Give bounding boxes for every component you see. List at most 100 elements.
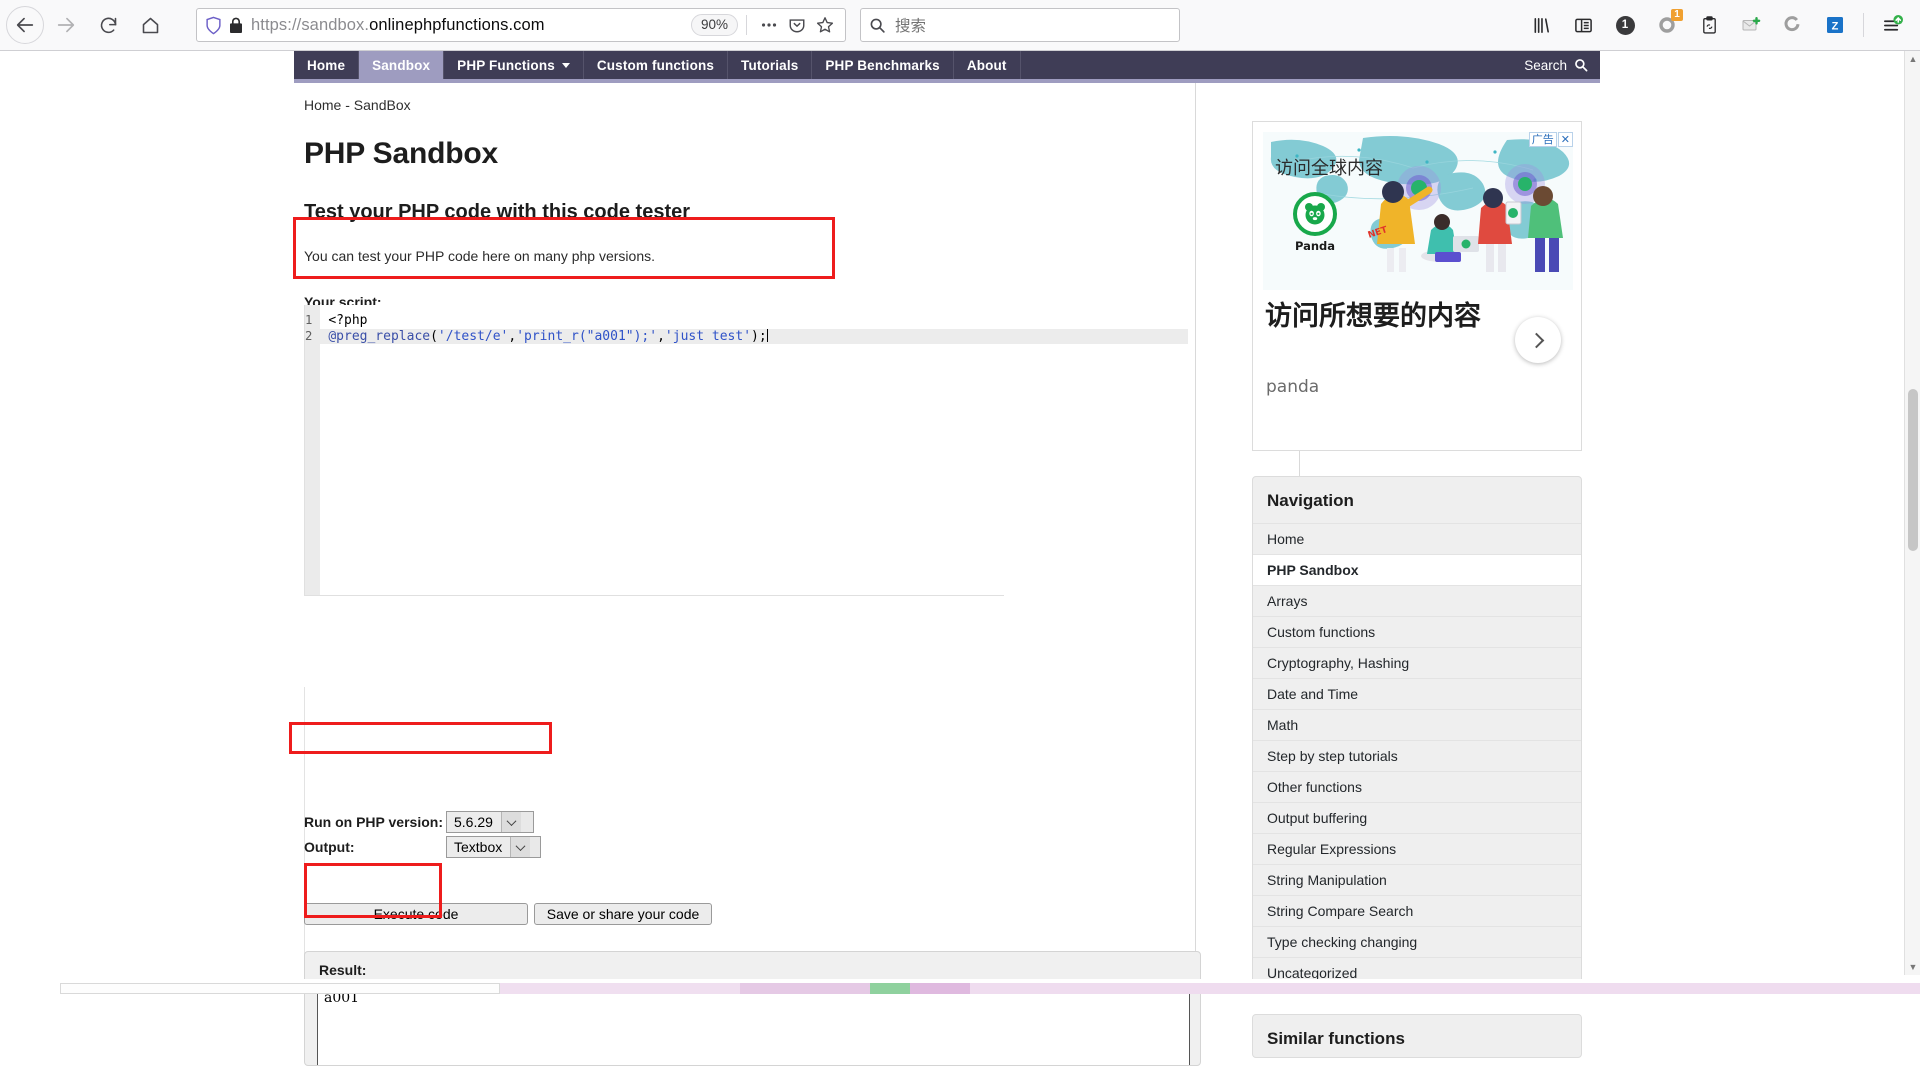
sidebar-item-output-buffering[interactable]: Output buffering — [1253, 802, 1581, 833]
taskbar-segment — [60, 983, 500, 994]
navigation-buttons — [0, 5, 170, 45]
panda-glyph — [1302, 201, 1328, 227]
sidebar-item-arrays[interactable]: Arrays — [1253, 585, 1581, 616]
nav-spacer — [1021, 51, 1525, 79]
right-sidebar: NET 广告 ✕ 访问全球内容 — [1252, 121, 1582, 1058]
sidebar-item-other-functions[interactable]: Other functions — [1253, 771, 1581, 802]
forward-arrow-icon — [46, 5, 86, 45]
scroll-down-arrow[interactable]: ▼ — [1905, 959, 1920, 975]
similar-functions-panel: Similar functions — [1252, 1014, 1582, 1058]
code-editor[interactable]: 1 2 <?php @preg_replace('/test/e','print… — [304, 305, 1004, 595]
notification-badge: 1 — [1671, 9, 1683, 21]
nav-item-home[interactable]: Home — [294, 51, 359, 79]
editor-bottom-border — [304, 595, 1004, 596]
sidebar-item-date-and-time[interactable]: Date and Time — [1253, 678, 1581, 709]
chevron-down-icon[interactable] — [501, 812, 521, 832]
navigation-panel: Navigation Home PHP Sandbox Arrays Custo… — [1252, 476, 1582, 989]
sidebar-item-string-manipulation[interactable]: String Manipulation — [1253, 864, 1581, 895]
hamburger-update-icon[interactable] — [1872, 5, 1912, 45]
add-mail-icon[interactable] — [1731, 5, 1771, 45]
chevron-right-icon[interactable] — [1515, 317, 1561, 363]
sidebar-icon[interactable] — [1563, 5, 1603, 45]
execution-controls: Run on PHP version: 5.6.29 Output: Textb… — [304, 811, 541, 861]
ad-label-group[interactable]: 广告 ✕ — [1529, 132, 1573, 147]
output-row: Output: Textbox — [304, 836, 541, 858]
library-icon[interactable] — [1521, 5, 1561, 45]
site-navigation-bar: Home Sandbox PHP Functions Custom functi… — [294, 51, 1600, 79]
nav-item-custom-functions[interactable]: Custom functions — [584, 51, 728, 79]
nav-item-sandbox[interactable]: Sandbox — [359, 51, 444, 79]
output-select[interactable]: Textbox — [446, 836, 541, 858]
opera-ring-icon[interactable] — [1773, 5, 1813, 45]
taskbar-segment — [0, 983, 60, 994]
nav-item-php-benchmarks[interactable]: PHP Benchmarks — [812, 51, 953, 79]
navigation-panel-title: Navigation — [1253, 477, 1581, 523]
ad-headline: 访问所想要的内容 — [1265, 300, 1515, 334]
nav-label: PHP Benchmarks — [825, 58, 939, 73]
scroll-up-arrow[interactable]: ▲ — [1905, 51, 1920, 67]
page-body: Home - SandBox PHP Sandbox Test your PHP… — [0, 83, 1920, 979]
url-bar[interactable]: https://sandbox.onlinephpfunctions.com 9… — [196, 8, 846, 42]
browser-search-bar[interactable]: 搜索 — [860, 8, 1180, 42]
nav-item-php-functions[interactable]: PHP Functions — [444, 51, 584, 79]
advertisement-card[interactable]: NET 广告 ✕ 访问全球内容 — [1252, 121, 1582, 451]
ad-slogan: 访问全球内容 — [1275, 154, 1383, 180]
extension-ring-icon[interactable]: 1 — [1647, 5, 1687, 45]
result-label: Result: — [319, 962, 366, 978]
account-badge-icon[interactable]: 1 — [1605, 5, 1645, 45]
editor-z-icon[interactable]: Z — [1815, 5, 1855, 45]
sidebar-item-type-checking-changing[interactable]: Type checking changing — [1253, 926, 1581, 957]
shield-icon[interactable] — [205, 16, 222, 35]
nav-item-about[interactable]: About — [954, 51, 1021, 79]
url-text[interactable]: https://sandbox.onlinephpfunctions.com — [251, 16, 691, 35]
svg-text:Z: Z — [1832, 21, 1839, 33]
scrollbar-thumb[interactable] — [1908, 389, 1918, 551]
taskbar-strip — [0, 983, 1920, 994]
output-value: Textbox — [447, 837, 510, 857]
nav-item-tutorials[interactable]: Tutorials — [728, 51, 812, 79]
ad-brand-name: Panda — [1289, 239, 1341, 253]
padlock-icon[interactable] — [229, 17, 243, 34]
chevron-down-icon[interactable] — [510, 837, 530, 857]
sidebar-item-string-compare-search[interactable]: String Compare Search — [1253, 895, 1581, 926]
execute-code-button[interactable]: Execute code — [304, 903, 528, 925]
output-label: Output: — [304, 839, 446, 855]
sidebar-item-home[interactable]: Home — [1253, 523, 1581, 554]
clipboard-link-icon[interactable] — [1689, 5, 1729, 45]
star-icon[interactable] — [811, 11, 839, 39]
line-number: 2 — [305, 329, 312, 345]
sidebar-item-custom-functions[interactable]: Custom functions — [1253, 616, 1581, 647]
page-scrollbar[interactable]: ▲ ▼ — [1904, 51, 1920, 975]
sidebar-item-cryptography-hashing[interactable]: Cryptography, Hashing — [1253, 647, 1581, 678]
code-token-paren-close: ) — [751, 329, 759, 344]
reload-icon[interactable] — [88, 5, 128, 45]
nav-label: Sandbox — [372, 58, 430, 73]
code-token-arg1: '/test/e' — [438, 329, 508, 344]
toolbar-divider — [1863, 13, 1864, 37]
sidebar-item-regular-expressions[interactable]: Regular Expressions — [1253, 833, 1581, 864]
sidebar-item-math[interactable]: Math — [1253, 709, 1581, 740]
sidebar-item-php-sandbox[interactable]: PHP Sandbox — [1253, 554, 1581, 585]
php-version-label: Run on PHP version: — [304, 814, 446, 830]
back-arrow-icon[interactable] — [6, 6, 44, 44]
browser-search-input[interactable]: 搜索 — [895, 14, 926, 36]
magnifier-icon — [869, 17, 886, 34]
code-editor-surface[interactable]: 1 2 <?php @preg_replace('/test/e','print… — [304, 305, 1004, 595]
ellipsis-icon[interactable] — [755, 11, 783, 39]
close-icon[interactable]: ✕ — [1558, 132, 1573, 147]
php-version-select[interactable]: 5.6.29 — [446, 811, 534, 833]
home-icon[interactable] — [130, 5, 170, 45]
pocket-icon[interactable] — [783, 11, 811, 39]
sidebar-item-step-by-step-tutorials[interactable]: Step by step tutorials — [1253, 740, 1581, 771]
code-line-2: @preg_replace('/test/e','print_r("a001")… — [320, 329, 1188, 345]
taskbar-segment — [910, 983, 970, 994]
code-token-php-open: <?php — [328, 313, 367, 328]
breadcrumb[interactable]: Home - SandBox — [304, 97, 1234, 113]
result-output-textarea[interactable]: a001 — [317, 985, 1190, 1065]
save-share-button[interactable]: Save or share your code — [534, 903, 712, 925]
zoom-level-badge[interactable]: 90% — [691, 14, 738, 36]
site-search-button[interactable]: Search — [1524, 51, 1600, 79]
account-count: 1 — [1616, 16, 1635, 35]
code-text-area[interactable]: <?php @preg_replace('/test/e','print_r("… — [320, 305, 1188, 595]
action-buttons: Execute code Save or share your code — [304, 903, 712, 925]
